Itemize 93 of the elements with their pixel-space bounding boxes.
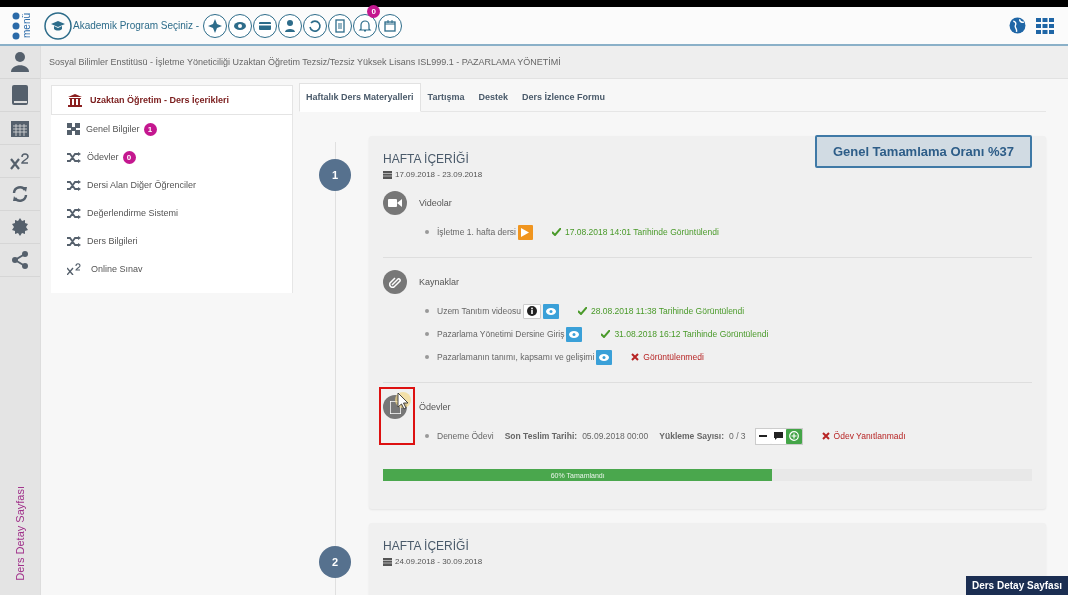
calendar-icon <box>383 170 392 179</box>
apps-grid-icon[interactable] <box>1036 17 1054 34</box>
shuffle-icon <box>67 207 81 219</box>
bullet-icon <box>425 309 429 313</box>
eye-icon <box>599 353 610 361</box>
menu-item[interactable]: Genel Bilgiler 1 <box>51 115 292 143</box>
page-title-tag: Ders Detay Sayfası <box>965 576 1068 595</box>
page-title-vertical: Ders Detay Sayfası <box>14 486 26 581</box>
uploads-value: 0 / 3 <box>729 431 746 441</box>
check-icon <box>551 228 561 236</box>
info-button[interactable] <box>522 303 541 319</box>
deadline-value: 05.09.2018 00:00 <box>582 431 649 441</box>
completion-rate-box: Genel Tamamlama Oranı %37 <box>814 135 1032 168</box>
info-icon <box>526 306 537 316</box>
week-number: 2 <box>319 546 351 578</box>
card-button[interactable] <box>253 13 278 38</box>
shuffle-icon <box>67 179 81 191</box>
view-button[interactable] <box>596 349 613 365</box>
view-button[interactable] <box>566 326 583 342</box>
calendar-button[interactable] <box>378 13 403 38</box>
remove-button[interactable] <box>755 428 771 444</box>
shuffle-icon <box>67 235 81 247</box>
week-title: HAFTA İÇERİĞİ <box>383 152 470 166</box>
calendar-icon <box>383 557 392 566</box>
cross-icon <box>631 353 640 361</box>
bell-icon <box>358 18 373 33</box>
shuffle-icon <box>67 151 81 163</box>
tab[interactable]: Tartışma <box>420 83 472 111</box>
section-title: Kaynaklar <box>419 277 460 287</box>
highlight-frame <box>379 387 415 445</box>
bullet-icon <box>425 230 429 234</box>
resource-name[interactable]: İşletme 1. hafta dersi <box>437 227 516 237</box>
menu-item[interactable]: Ödevler 0 <box>51 143 292 171</box>
menu-logo[interactable]: menü <box>12 11 32 40</box>
section-title: Videolar <box>419 198 452 208</box>
eye-button[interactable] <box>228 13 253 38</box>
globe-icon[interactable] <box>1009 17 1026 34</box>
week-number: 1 <box>319 159 351 191</box>
superscript-icon <box>67 263 81 275</box>
deadline-label: Son Teslim Tarihi: <box>504 431 578 441</box>
cross-icon <box>821 432 830 440</box>
menu-item[interactable]: Online Sınav <box>51 255 292 283</box>
view-status: 28.08.2018 11:38 Tarihinde Görüntülendi <box>577 306 745 316</box>
view-status: 31.08.2018 16:12 Tarihinde Görüntülendi <box>601 329 769 339</box>
menu-item[interactable]: Değerlendirme Sistemi <box>51 199 292 227</box>
count-badge: 1 <box>143 122 157 136</box>
menu-header[interactable]: Uzaktan Öğretim - Ders İçerikleri <box>51 85 293 115</box>
week-title: HAFTA İÇERİĞİ <box>383 539 470 553</box>
bullet-icon <box>425 355 429 359</box>
check-icon <box>601 330 611 338</box>
section-title: Ödevler <box>419 402 451 412</box>
tab[interactable]: Ders İzlence Formu <box>514 83 612 111</box>
paperclip-icon <box>383 270 407 294</box>
menu-item[interactable]: Ders Bilgileri <box>51 227 292 255</box>
bullet-icon <box>425 434 429 438</box>
notification-button[interactable] <box>353 13 378 38</box>
cubes-icon <box>67 123 80 135</box>
video-camera-icon <box>383 191 407 215</box>
bullet-icon <box>425 332 429 336</box>
history-button[interactable] <box>303 13 328 38</box>
view-status: Görüntülenmedi <box>631 352 704 362</box>
uploads-label: Yükleme Sayısı: <box>659 431 725 441</box>
plus-circle-icon <box>788 431 799 441</box>
user-icon <box>283 18 298 33</box>
tab[interactable]: Haftalık Ders Materyalleri <box>299 83 421 112</box>
eye-icon <box>545 307 556 315</box>
tab[interactable]: Destek <box>471 83 515 111</box>
graduation-cap-icon <box>44 11 72 40</box>
week-dates: 24.09.2018 - 30.09.2018 <box>395 557 483 566</box>
count-badge: 0 <box>122 150 136 164</box>
compass-icon <box>208 18 223 33</box>
program-select-button[interactable]: Akademik Program Seçiniz - <box>44 11 200 40</box>
view-status: Ödev Yanıtlanmadı <box>821 431 906 441</box>
check-icon <box>577 307 587 315</box>
breadcrumb: Sosyal Bilimler Enstitüsü - İşletme Yöneticiliği Uzaktan Öğretim Tezsiz/Tezsiz Yüksek Lisans ISL999.1 - PAZARLAMA YÖNETİMİ <box>41 46 1068 79</box>
menu-item[interactable]: Dersi Alan Diğer Öğrenciler <box>51 171 292 199</box>
doc-button[interactable] <box>328 13 353 38</box>
compass-button[interactable] <box>203 13 228 38</box>
week-dates: 17.09.2018 - 23.09.2018 <box>395 170 483 179</box>
play-icon <box>521 227 530 237</box>
institution-icon <box>68 93 82 107</box>
document-icon <box>333 18 348 33</box>
minus-icon <box>759 435 768 437</box>
resource-name[interactable]: Pazarlamanın tanımı, kapsamı ve gelişimi <box>437 352 595 362</box>
history-icon <box>308 18 323 33</box>
resource-name[interactable]: Pazarlama Yönetimi Dersine Giriş <box>437 329 565 339</box>
eye-icon <box>569 330 580 338</box>
comment-icon <box>773 432 783 440</box>
calendar-icon <box>383 18 398 33</box>
resource-name[interactable]: Uzem Tanıtım videosu <box>437 306 521 316</box>
view-status: 17.08.2018 14:01 Tarihinde Görüntülendi <box>551 227 719 237</box>
assignment-name[interactable]: Deneme Ödevi <box>437 431 494 441</box>
user-button[interactable] <box>278 13 303 38</box>
